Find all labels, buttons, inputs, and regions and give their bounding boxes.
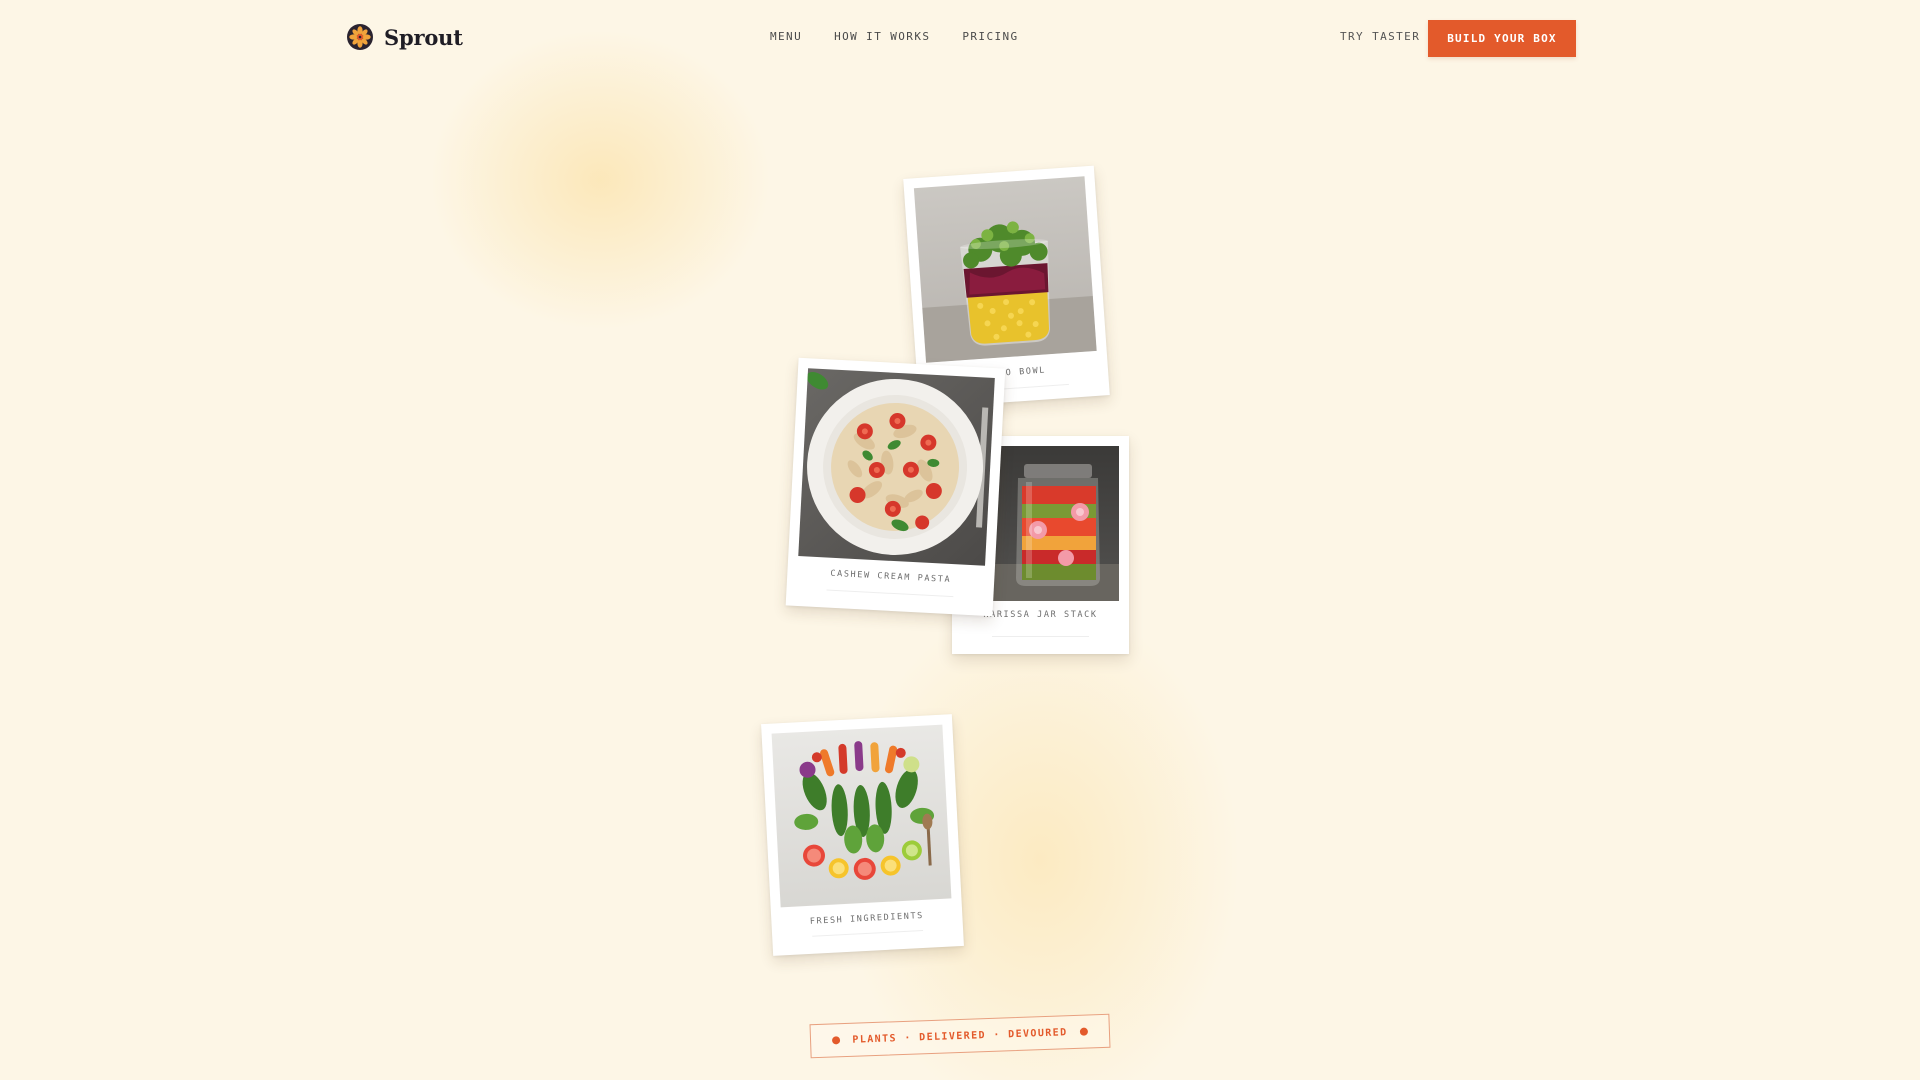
pasta-bowl-photo (798, 368, 995, 566)
landing-page: Sprout MENU HOW IT WORKS PRICING TRY TAS… (0, 0, 1920, 1080)
nav-item-menu[interactable]: MENU (770, 30, 802, 43)
build-your-box-button[interactable]: BUILD YOUR BOX (1428, 20, 1576, 57)
brand-name: Sprout (384, 24, 463, 50)
sprout-flower-logo-icon (347, 24, 373, 50)
tagline-text: PLANTS · DELIVERED · DEVOURED (852, 1026, 1068, 1046)
site-header: Sprout MENU HOW IT WORKS PRICING TRY TAS… (0, 0, 1920, 76)
polaroid-caption: CASHEW CREAM PASTA (830, 568, 952, 586)
tagline-stamp: PLANTS · DELIVERED · DEVOURED (809, 1013, 1111, 1059)
main-nav: MENU HOW IT WORKS PRICING (770, 30, 1019, 43)
fresh-ingredients-photo (771, 724, 952, 908)
polaroid-cashew-cream-pasta[interactable]: CASHEW CREAM PASTA (785, 357, 1006, 617)
polaroid-fresh-ingredients[interactable]: FRESH INGREDIENTS (761, 714, 964, 956)
nav-item-pricing[interactable]: PRICING (962, 30, 1018, 43)
nav-item-how-it-works[interactable]: HOW IT WORKS (834, 30, 930, 43)
brand-logo[interactable]: Sprout (346, 23, 463, 51)
caption-divider (812, 929, 924, 937)
stamp-dot-icon (1079, 1027, 1088, 1036)
farro-bowl-jar-photo (913, 176, 1097, 363)
caption-divider (992, 636, 1089, 637)
caption-divider (826, 589, 954, 598)
polaroid-caption: FRESH INGREDIENTS (809, 910, 925, 927)
stamp-dot-icon (832, 1036, 841, 1045)
try-taster-link[interactable]: TRY TASTER (1340, 30, 1420, 43)
